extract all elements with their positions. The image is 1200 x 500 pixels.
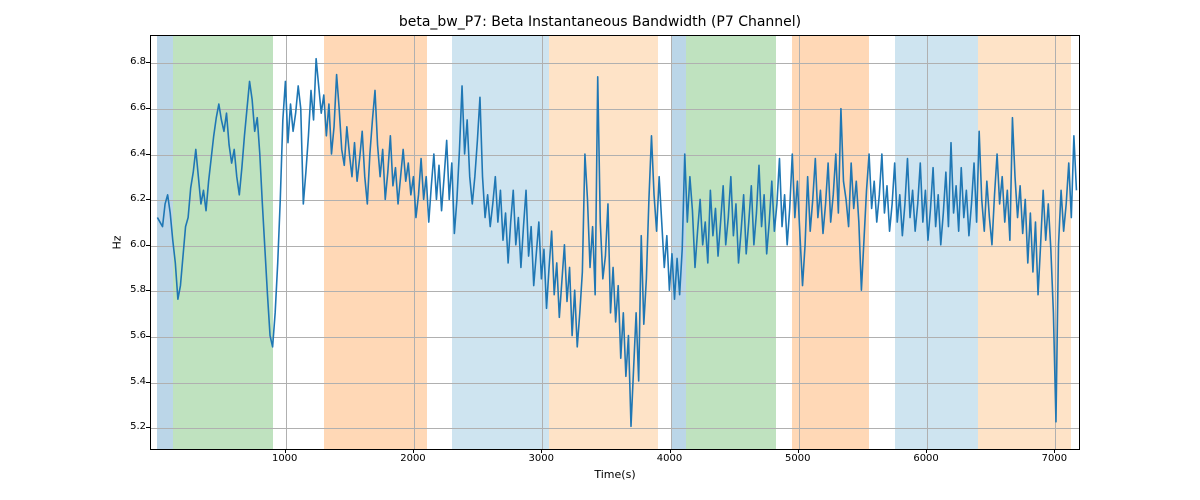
y-tick-label: 5.6 <box>118 330 146 341</box>
x-tick-label: 7000 <box>1024 453 1084 464</box>
figure: beta_bw_P7: Beta Instantaneous Bandwidth… <box>0 0 1200 500</box>
x-axis-label: Time(s) <box>150 468 1080 481</box>
y-tick-mark <box>146 108 150 109</box>
y-tick-label: 6.6 <box>118 102 146 113</box>
x-tick-label: 2000 <box>383 453 443 464</box>
y-tick-mark <box>146 427 150 428</box>
y-tick-label: 5.2 <box>118 421 146 432</box>
y-tick-mark <box>146 245 150 246</box>
series-line <box>157 59 1076 427</box>
x-tick-label: 3000 <box>511 453 571 464</box>
y-tick-label: 6.8 <box>118 56 146 67</box>
y-tick-mark <box>146 382 150 383</box>
chart-title: beta_bw_P7: Beta Instantaneous Bandwidth… <box>0 14 1200 30</box>
y-tick-mark <box>146 199 150 200</box>
x-tick-label: 4000 <box>640 453 700 464</box>
y-tick-label: 6.2 <box>118 193 146 204</box>
plot-area <box>150 35 1080 450</box>
y-tick-label: 5.8 <box>118 284 146 295</box>
y-tick-mark <box>146 336 150 337</box>
y-tick-label: 5.4 <box>118 376 146 387</box>
x-tick-label: 1000 <box>255 453 315 464</box>
y-tick-label: 6.0 <box>118 239 146 250</box>
y-tick-mark <box>146 154 150 155</box>
y-tick-mark <box>146 290 150 291</box>
y-tick-mark <box>146 62 150 63</box>
y-tick-label: 6.4 <box>118 148 146 159</box>
line-series <box>151 36 1079 449</box>
x-tick-label: 5000 <box>768 453 828 464</box>
x-tick-label: 6000 <box>896 453 956 464</box>
